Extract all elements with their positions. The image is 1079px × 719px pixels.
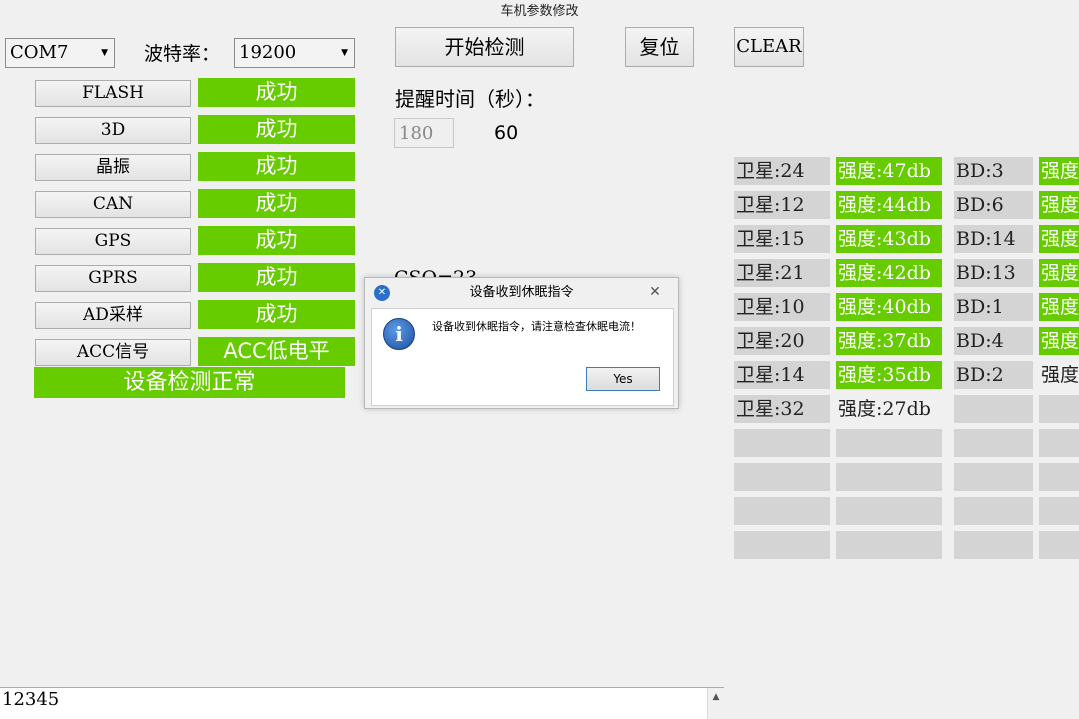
bd-id-cell: BD:4	[954, 327, 1033, 355]
satellite-id-cell: 卫星:21	[734, 259, 830, 287]
close-icon[interactable]: ✕	[642, 282, 668, 302]
bd-id-cell	[954, 497, 1033, 525]
start-detect-button[interactable]: 开始检测	[395, 27, 574, 67]
dialog-body: i 设备收到休眠指令，请注意检查休眠电流！ Yes	[371, 308, 674, 406]
satellite-strength-cell	[836, 463, 942, 491]
satellite-strength-cell: 强度:47db	[836, 157, 942, 185]
test-result: 成功	[198, 78, 355, 107]
bd-strength-cell: 强度	[1039, 225, 1079, 253]
reminder-input[interactable]	[394, 118, 454, 148]
bd-id-cell: BD:14	[954, 225, 1033, 253]
test-button[interactable]: CAN	[35, 191, 191, 218]
overall-status: 设备检测正常	[34, 367, 345, 398]
satellite-id-cell: 卫星:14	[734, 361, 830, 389]
log-scrollbar[interactable]: ▲	[707, 688, 724, 719]
reminder-current-value: 60	[494, 122, 519, 144]
bd-strength-cell	[1039, 531, 1079, 559]
satellite-id-cell	[734, 429, 830, 457]
satellite-strength-cell	[836, 531, 942, 559]
baud-select[interactable]: 19200 ▼	[234, 38, 355, 68]
info-icon: i	[383, 318, 415, 350]
test-button[interactable]: 3D	[35, 117, 191, 144]
log-line: 12345	[2, 689, 60, 710]
satellite-id-cell: 卫星:24	[734, 157, 830, 185]
reset-button[interactable]: 复位	[625, 27, 694, 67]
test-button[interactable]: GPS	[35, 228, 191, 255]
chevron-down-icon: ▼	[341, 48, 348, 58]
bd-id-cell	[954, 395, 1033, 423]
csq-label: CSQ=23	[394, 267, 478, 278]
clear-button[interactable]: CLEAR	[734, 27, 804, 67]
test-button[interactable]: ACC信号	[35, 339, 191, 366]
bd-strength-cell: 强度	[1041, 364, 1079, 386]
bd-strength-cell	[1039, 429, 1079, 457]
bd-strength-cell: 强度	[1039, 191, 1079, 219]
reminder-label: 提醒时间（秒）：	[395, 87, 545, 111]
satellite-id-cell: 卫星:20	[734, 327, 830, 355]
dialog-title: 设备收到休眠指令	[469, 285, 574, 300]
test-result: 成功	[198, 115, 355, 144]
satellite-strength-cell: 强度:40db	[836, 293, 942, 321]
satellite-strength-cell: 强度:27db	[838, 398, 931, 420]
bd-strength-cell	[1039, 395, 1079, 423]
bd-strength-cell	[1039, 463, 1079, 491]
satellite-id-cell: 卫星:32	[734, 395, 830, 423]
test-button[interactable]: GPRS	[35, 265, 191, 292]
satellite-strength-cell	[836, 429, 942, 457]
bd-strength-cell: 强度	[1039, 259, 1079, 287]
satellite-id-cell	[734, 497, 830, 525]
chevron-down-icon: ▼	[101, 48, 108, 58]
satellite-strength-cell: 强度:35db	[836, 361, 942, 389]
satellite-id-cell: 卫星:12	[734, 191, 830, 219]
bd-id-cell	[954, 463, 1033, 491]
satellite-strength-cell: 强度:44db	[836, 191, 942, 219]
satellite-id-cell	[734, 531, 830, 559]
port-value: COM7	[10, 42, 69, 63]
baud-value: 19200	[239, 42, 297, 63]
bd-id-cell: BD:1	[954, 293, 1033, 321]
test-result: ACC低电平	[198, 337, 355, 366]
port-select[interactable]: COM7 ▼	[5, 38, 115, 68]
satellite-id-cell: 卫星:10	[734, 293, 830, 321]
bd-strength-cell: 强度	[1039, 157, 1079, 185]
bd-strength-cell	[1039, 497, 1079, 525]
bd-id-cell: BD:3	[954, 157, 1033, 185]
test-button[interactable]: FLASH	[35, 80, 191, 107]
sleep-dialog: ✕ 设备收到休眠指令 ✕ i 设备收到休眠指令，请注意检查休眠电流！ Yes	[364, 277, 679, 409]
yes-button[interactable]: Yes	[586, 367, 660, 391]
bd-strength-cell: 强度	[1039, 293, 1079, 321]
baud-label: 波特率：	[144, 43, 221, 65]
bd-id-cell	[954, 531, 1033, 559]
satellite-id-cell	[734, 463, 830, 491]
bd-id-cell: BD:2	[954, 361, 1033, 389]
bd-id-cell: BD:6	[954, 191, 1033, 219]
bd-strength-cell: 强度	[1039, 327, 1079, 355]
satellite-strength-cell	[836, 497, 942, 525]
satellite-strength-cell: 强度:37db	[836, 327, 942, 355]
satellite-id-cell: 卫星:15	[734, 225, 830, 253]
test-result: 成功	[198, 300, 355, 329]
test-result: 成功	[198, 152, 355, 181]
bd-id-cell	[954, 429, 1033, 457]
test-button[interactable]: AD采样	[35, 302, 191, 329]
window-title: 车机参数修改	[500, 4, 579, 19]
test-result: 成功	[198, 189, 355, 218]
satellite-strength-cell: 强度:43db	[836, 225, 942, 253]
bd-id-cell: BD:13	[954, 259, 1033, 287]
log-textarea[interactable]: 12345	[0, 687, 724, 719]
dialog-message: 设备收到休眠指令，请注意检查休眠电流！	[432, 320, 641, 333]
test-button[interactable]: 晶振	[35, 154, 191, 181]
satellite-strength-cell: 强度:42db	[836, 259, 942, 287]
test-result: 成功	[198, 263, 355, 292]
test-result: 成功	[198, 226, 355, 255]
